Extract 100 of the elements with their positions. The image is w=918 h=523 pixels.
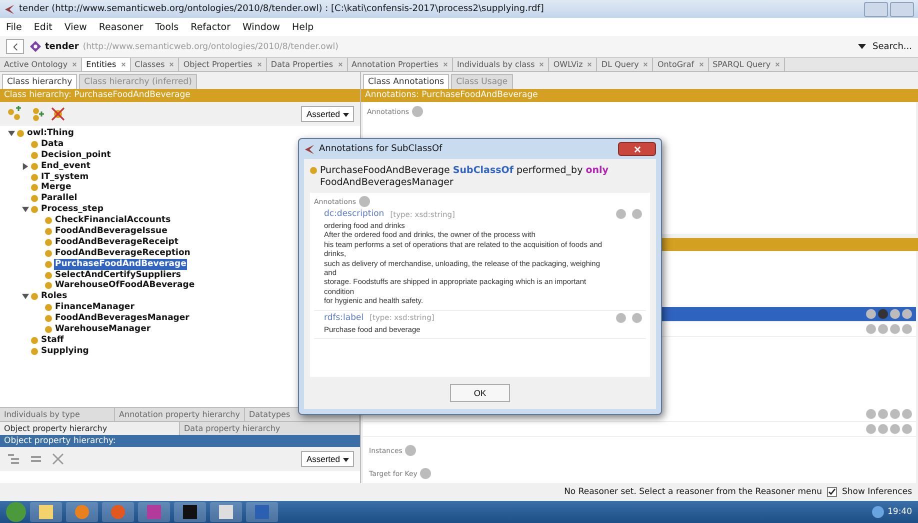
menu-item[interactable]: File xyxy=(6,22,22,32)
close-tab-icon[interactable] xyxy=(72,62,78,67)
class-dot-icon xyxy=(45,315,52,322)
expand-arrow-icon[interactable] xyxy=(22,162,29,170)
add-annotation-button[interactable] xyxy=(412,106,424,117)
add-button[interactable] xyxy=(405,445,416,456)
collapse-arrow-icon[interactable] xyxy=(8,130,15,137)
close-tab-icon[interactable] xyxy=(539,62,544,67)
add-annotation-button[interactable] xyxy=(359,196,370,207)
close-tab-icon[interactable] xyxy=(169,62,174,67)
axiom-row[interactable] xyxy=(363,422,916,437)
class-tree-item[interactable]: IT_system xyxy=(40,172,90,182)
tab[interactable]: DL Query xyxy=(597,58,654,71)
class-tree-item[interactable]: Data xyxy=(40,138,65,150)
delete-property-icon[interactable] xyxy=(50,451,66,467)
minimize-button[interactable] xyxy=(864,2,888,16)
menu-item[interactable]: Tools xyxy=(155,22,179,32)
class-tree-item[interactable]: CheckFinancialAccounts xyxy=(54,215,172,226)
checkbox-label: Show Inferences xyxy=(842,487,912,497)
delete-button[interactable] xyxy=(616,312,626,323)
panel-tab[interactable]: Class Annotations xyxy=(363,74,450,89)
delete-class-icon[interactable] xyxy=(50,106,66,122)
class-dot-icon xyxy=(31,162,38,170)
back-button[interactable] xyxy=(6,39,24,54)
edit-button[interactable] xyxy=(632,312,642,323)
diamond-icon xyxy=(30,41,41,52)
ok-button[interactable]: OK xyxy=(450,384,510,402)
delete-button[interactable] xyxy=(616,209,626,219)
tab[interactable]: SPARQL Query xyxy=(708,58,786,71)
menu-item[interactable]: View xyxy=(64,22,87,32)
panel-tab[interactable]: Class hierarchy xyxy=(2,74,78,89)
class-dot-icon xyxy=(31,184,38,192)
class-dot-icon xyxy=(31,195,38,202)
class-tree-item[interactable]: Staff xyxy=(40,334,65,346)
class-tree-item[interactable]: Process_step xyxy=(40,204,104,216)
class-tree-item[interactable]: End_event xyxy=(40,160,92,172)
panel-header: Class hierarchy: PurchaseFoodAndBeverage xyxy=(0,89,360,102)
class-tree-item[interactable]: WarehouseManager xyxy=(54,324,152,335)
class-tree-item[interactable]: PurchaseFoodAndBeverage xyxy=(54,258,188,270)
asserted-dropdown[interactable]: Asserted xyxy=(301,106,354,122)
class-tree-item[interactable]: Decision_point xyxy=(40,150,112,161)
panel-header: Annotations: PurchaseFoodAndBeverage xyxy=(361,89,918,102)
close-tab-icon[interactable] xyxy=(256,62,262,67)
tab[interactable]: Annotation Properties xyxy=(348,58,453,71)
close-tab-icon[interactable] xyxy=(587,62,592,67)
menu-item[interactable]: Help xyxy=(292,22,314,32)
close-tab-icon[interactable] xyxy=(698,62,704,67)
close-tab-icon[interactable] xyxy=(120,62,126,67)
class-tree-item[interactable]: owl:Thing xyxy=(26,128,75,139)
class-dot-icon xyxy=(45,228,52,235)
tab[interactable]: Classes xyxy=(130,58,180,71)
class-tree-item[interactable]: FoodAndBeverageIssue xyxy=(54,226,168,237)
menu-item[interactable]: Refactor xyxy=(190,22,230,32)
edit-button[interactable] xyxy=(632,209,642,219)
class-tree-item[interactable]: FoodAndBeverageReceipt xyxy=(54,236,180,248)
close-tab-icon[interactable] xyxy=(643,62,648,67)
search-field[interactable]: Search... xyxy=(872,42,912,52)
caret-icon[interactable] xyxy=(858,44,866,49)
collapse-arrow-icon[interactable] xyxy=(22,293,29,300)
class-tree-item[interactable]: Merge xyxy=(40,182,72,194)
annotation-property[interactable]: dc:description xyxy=(324,209,384,219)
tab[interactable]: Object Properties xyxy=(179,58,267,71)
menu-item[interactable]: Reasoner xyxy=(98,22,144,32)
class-tree-item[interactable]: Parallel xyxy=(40,193,78,204)
add-button[interactable] xyxy=(420,468,432,479)
class-tree-item[interactable]: FoodAndBeverageReception xyxy=(54,248,192,259)
close-tab-icon[interactable] xyxy=(338,62,343,67)
class-tree-item[interactable]: FoodAndBeveragesManager xyxy=(54,313,190,324)
class-tree-item[interactable]: WarehouseOfFoodABeverage xyxy=(54,280,196,292)
class-tree-item[interactable]: Supplying xyxy=(40,346,90,357)
asserted-dropdown[interactable]: Asserted xyxy=(301,451,354,467)
tab[interactable]: Entities xyxy=(82,58,131,71)
menu-item[interactable]: Edit xyxy=(34,22,52,32)
class-tree-item[interactable]: FinanceManager xyxy=(54,302,136,314)
class-dot-icon xyxy=(31,140,38,148)
close-icon xyxy=(634,146,640,152)
class-dot-icon xyxy=(31,152,38,159)
checkbox[interactable] xyxy=(826,487,837,497)
class-tree-item[interactable]: SelectAndCertifySuppliers xyxy=(54,270,182,280)
add-subclass-icon[interactable] xyxy=(6,106,22,122)
ontology-address-field[interactable]: tender (http://www.semanticweb.org/ontologies/2010/8/tender.owl) xyxy=(30,39,852,54)
status-message: No Reasoner set. Select a reasoner from the Reasoner menu xyxy=(564,487,822,497)
class-tree-item[interactable]: Roles xyxy=(40,291,68,302)
panel-header: Object property hierarchy: xyxy=(0,435,360,447)
start-button[interactable] xyxy=(6,502,26,522)
tab[interactable]: Individuals by class xyxy=(452,58,550,71)
class-dot-icon xyxy=(45,272,52,279)
app-logo-icon xyxy=(4,4,15,14)
close-tab-icon[interactable] xyxy=(775,62,780,67)
add-subproperty-icon[interactable] xyxy=(6,451,22,467)
close-button[interactable] xyxy=(618,142,656,156)
tab[interactable]: Data Properties xyxy=(266,58,348,71)
panel-tab[interactable]: Object property hierarchy xyxy=(0,422,180,435)
tab[interactable]: OWLViz xyxy=(549,58,598,71)
close-tab-icon[interactable] xyxy=(442,62,448,67)
tab[interactable]: OntoGraf xyxy=(653,58,709,71)
maximize-button[interactable] xyxy=(890,2,914,16)
annotation-property[interactable]: rdfs:label xyxy=(324,312,364,323)
collapse-arrow-icon[interactable] xyxy=(22,206,29,214)
menu-item[interactable]: Window xyxy=(242,22,280,32)
